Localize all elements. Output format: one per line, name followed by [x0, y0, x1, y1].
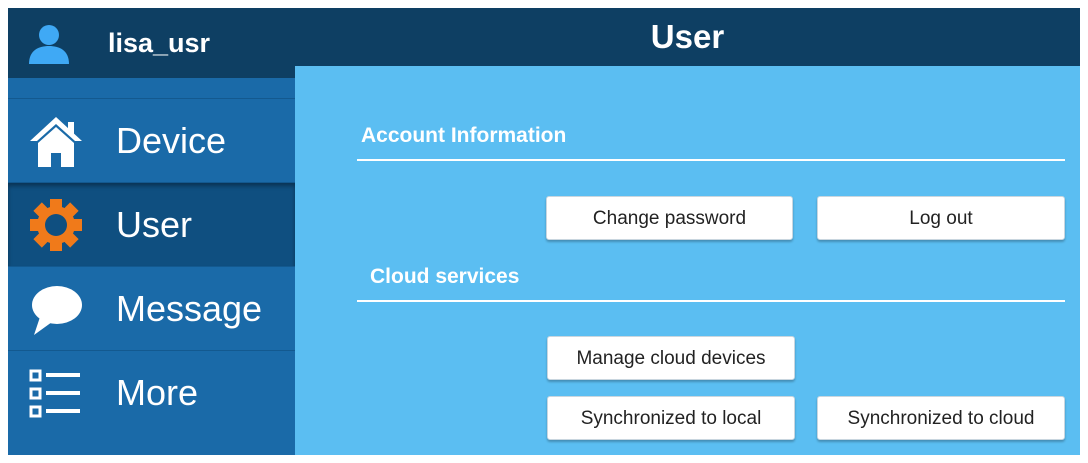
change-password-button[interactable]: Change password	[546, 196, 793, 240]
app-window: lisa_usr Device User Message More User A…	[8, 8, 1080, 455]
home-icon	[30, 117, 82, 167]
sidebar-item-more[interactable]: More	[8, 350, 295, 435]
sidebar-item-label: More	[116, 372, 199, 413]
section-title-cloud: Cloud services	[370, 265, 520, 288]
username: lisa_usr	[108, 28, 211, 58]
user-icon	[29, 25, 69, 64]
manage-cloud-devices-button[interactable]: Manage cloud devices	[547, 336, 795, 380]
divider	[357, 300, 1065, 302]
sidebar-item-label: Device	[116, 120, 227, 161]
sidebar-item-label: Message	[116, 288, 263, 329]
logout-button[interactable]: Log out	[817, 196, 1065, 240]
sidebar-item-message[interactable]: Message	[8, 266, 295, 351]
list-icon	[29, 369, 80, 418]
sync-to-cloud-button[interactable]: Synchronized to cloud	[817, 396, 1065, 440]
speech-bubble-icon	[32, 286, 82, 335]
gear-icon	[30, 199, 82, 251]
sidebar-item-device[interactable]: Device	[8, 98, 295, 183]
user-header: lisa_usr	[8, 8, 295, 78]
main-panel: User Account Information Change password…	[295, 8, 1080, 455]
main-header: User	[295, 8, 1080, 66]
section-title-account: Account Information	[361, 124, 567, 147]
sidebar-item-user[interactable]: User	[8, 182, 295, 267]
sidebar-item-label: User	[116, 204, 193, 245]
sync-to-local-button[interactable]: Synchronized to local	[547, 396, 795, 440]
sidebar: lisa_usr Device User Message More	[8, 8, 295, 455]
divider	[357, 159, 1065, 161]
page-title: User	[650, 18, 725, 55]
